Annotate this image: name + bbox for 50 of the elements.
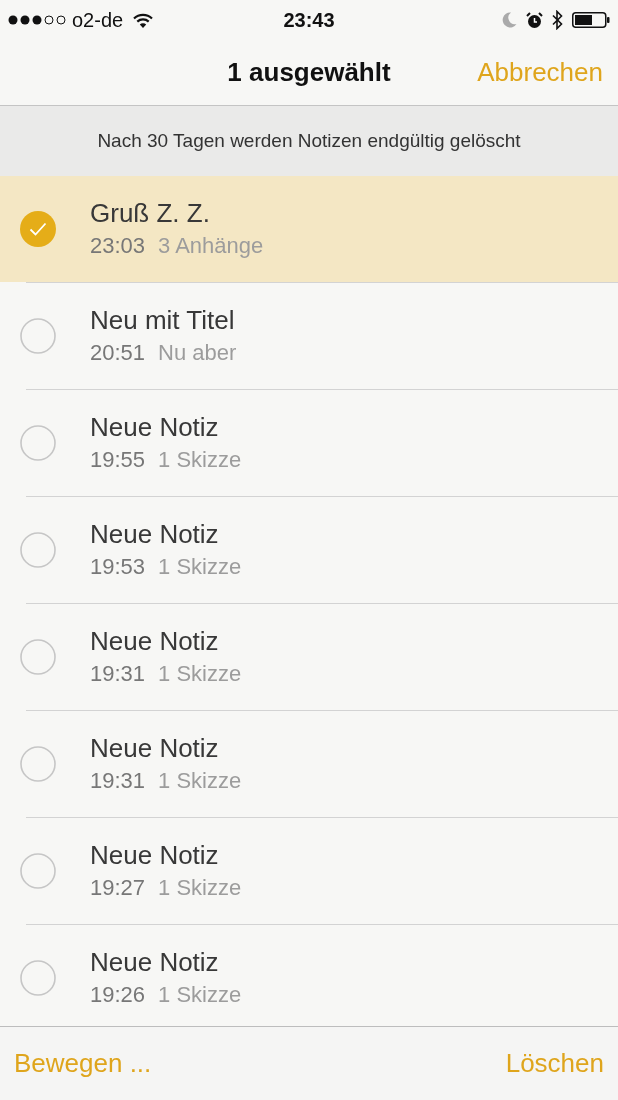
note-time: 19:31 [90, 660, 146, 688]
note-detail: 1 Skizze [158, 553, 242, 581]
note-row[interactable]: Gruß Z. Z. 23:03 3 Anhänge [0, 176, 618, 282]
note-row[interactable]: Neue Notiz 19:53 1 Skizze [0, 497, 618, 603]
empty-circle-icon[interactable] [20, 639, 56, 675]
note-title: Neu mit Titel [90, 305, 236, 335]
note-title: Neue Notiz [90, 947, 220, 977]
note-time: 19:31 [90, 767, 146, 795]
empty-circle-icon[interactable] [20, 960, 56, 996]
note-detail: 1 Skizze [158, 767, 242, 795]
note-time: 23:03 [90, 232, 146, 260]
note-title: Neue Notiz [90, 626, 220, 656]
signal-strength-icon [8, 15, 66, 25]
empty-circle-icon[interactable] [20, 746, 56, 782]
note-detail: 1 Skizze [158, 660, 242, 688]
note-title: Neue Notiz [90, 412, 220, 442]
empty-circle-icon[interactable] [20, 853, 56, 889]
note-title: Neue Notiz [90, 733, 220, 763]
status-time: 23:43 [283, 8, 335, 32]
note-time: 19:26 [90, 981, 146, 1009]
nav-title: 1 ausgewählt [227, 56, 391, 89]
moon-icon [502, 12, 517, 28]
empty-circle-icon[interactable] [20, 318, 56, 354]
note-row[interactable]: Neu mit Titel 20:51 Nu aber [0, 283, 618, 389]
bluetooth-icon [552, 10, 563, 30]
note-row[interactable]: Neue Notiz 19:27 1 Skizze [0, 818, 618, 924]
banner-text: Nach 30 Tagen werden Notizen endgültig gelöscht [97, 128, 521, 153]
checked-circle-icon[interactable] [20, 211, 56, 247]
note-detail: 3 Anhänge [158, 232, 264, 260]
note-detail: 1 Skizze [158, 981, 242, 1009]
note-row[interactable]: Neue Notiz 19:55 1 Skizze [0, 390, 618, 496]
note-title: Neue Notiz [90, 519, 220, 549]
carrier-name: o2-de [72, 8, 124, 32]
alarm-clock-icon [526, 11, 543, 29]
note-detail: 1 Skizze [158, 874, 242, 902]
empty-circle-icon[interactable] [20, 532, 56, 568]
note-time: 19:53 [90, 553, 146, 581]
note-time: 19:27 [90, 874, 146, 902]
note-time: 19:55 [90, 446, 146, 474]
note-detail: 1 Skizze [158, 446, 242, 474]
battery-icon [572, 12, 610, 28]
note-detail: Nu aber [158, 339, 237, 367]
empty-circle-icon[interactable] [20, 425, 56, 461]
note-row[interactable]: Neue Notiz 19:31 1 Skizze [0, 604, 618, 710]
note-title: Neue Notiz [90, 840, 220, 870]
wifi-icon [133, 12, 154, 28]
note-row[interactable]: Neue Notiz 19:26 1 Skizze [0, 925, 618, 1026]
note-time: 20:51 [90, 339, 146, 367]
note-row[interactable]: Neue Notiz 19:31 1 Skizze [0, 711, 618, 817]
note-title: Gruß Z. Z. [90, 198, 211, 228]
